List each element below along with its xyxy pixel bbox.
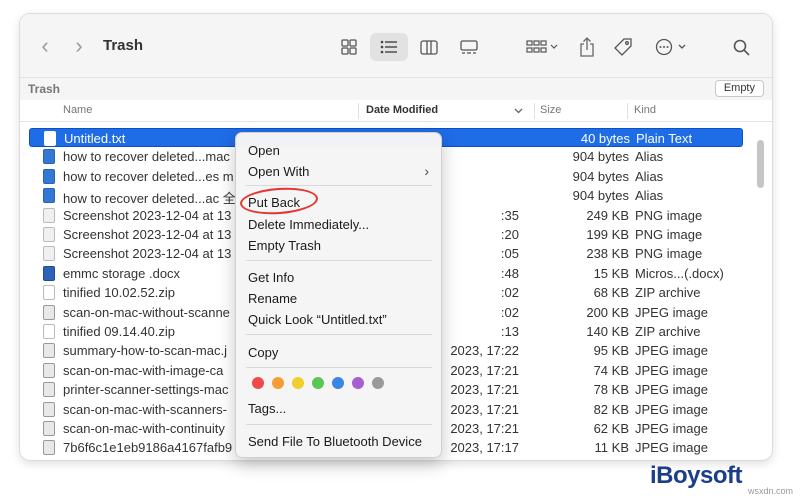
jpeg-icon (43, 440, 55, 456)
more-actions-button[interactable] (652, 35, 690, 59)
path-bar: Trash Empty (20, 78, 772, 100)
gallery-icon (460, 39, 478, 54)
jpeg-icon (43, 421, 55, 436)
back-button[interactable]: ‹ (34, 34, 56, 58)
share-button[interactable] (576, 35, 598, 59)
search-button[interactable] (730, 35, 752, 59)
column-divider (358, 103, 359, 119)
menu-item-copy[interactable]: Copy (248, 345, 278, 360)
menu-divider (246, 185, 432, 186)
chevron-right-icon: › (424, 163, 429, 179)
word-doc-icon (43, 265, 55, 281)
menu-item-send-bluetooth[interactable]: Send File To Bluetooth Device (248, 434, 422, 449)
share-icon (580, 37, 594, 57)
tag-gray-dot[interactable] (372, 377, 384, 389)
group-button[interactable] (522, 35, 562, 59)
jpeg-icon (43, 304, 55, 320)
menu-item-rename[interactable]: Rename (248, 291, 297, 306)
view-switcher (330, 33, 488, 61)
columns-icon (420, 39, 438, 55)
jpeg-icon (43, 362, 55, 378)
path-title: Trash (28, 82, 61, 96)
ellipsis-circle-icon (655, 38, 686, 56)
tag-icon (614, 38, 632, 56)
menu-item-empty-trash[interactable]: Empty Trash (248, 238, 321, 253)
tag-orange-dot[interactable] (272, 377, 284, 389)
column-divider (534, 103, 535, 119)
menu-item-get-info[interactable]: Get Info (248, 270, 294, 285)
text-file-icon (44, 131, 56, 146)
scrollbar-thumb[interactable] (757, 140, 764, 188)
empty-trash-button[interactable]: Empty (714, 80, 764, 97)
column-size[interactable]: Size (540, 104, 561, 116)
column-name[interactable]: Name (63, 104, 92, 116)
icon-view-button[interactable] (330, 33, 368, 61)
menu-divider (246, 424, 432, 425)
menu-divider (246, 260, 432, 261)
png-icon (43, 227, 55, 242)
menu-item-open[interactable]: Open (248, 143, 280, 158)
tag-yellow-dot[interactable] (292, 377, 304, 389)
zip-icon (43, 324, 55, 339)
list-icon (380, 40, 397, 54)
group-icon (526, 40, 558, 53)
menu-item-tags[interactable]: Tags... (248, 401, 286, 416)
context-menu: Open Open With › Put Back Delete Immedia… (235, 132, 442, 458)
column-kind[interactable]: Kind (634, 104, 656, 116)
tag-green-dot[interactable] (312, 377, 324, 389)
menu-item-delete-immediately[interactable]: Delete Immediately... (248, 217, 369, 232)
png-icon (43, 246, 55, 262)
site-watermark: wsxdn.com (748, 486, 794, 496)
list-view-button[interactable] (370, 33, 408, 61)
alias-icon (43, 168, 55, 184)
window-title: Trash (103, 37, 144, 54)
toolbar: ‹ › Trash (20, 14, 772, 78)
tag-red-dot[interactable] (252, 377, 264, 389)
forward-button[interactable]: › (68, 34, 90, 58)
brand-watermark: iBoysoft (650, 462, 743, 489)
column-header: Name Date Modified Size Kind (20, 100, 772, 122)
column-date-modified[interactable]: Date Modified (366, 104, 438, 116)
search-icon (733, 39, 750, 56)
sort-chevron-down-icon (514, 108, 523, 114)
grid-icon (341, 39, 357, 55)
menu-divider (246, 367, 432, 368)
menu-item-open-with[interactable]: Open With (248, 164, 309, 179)
tag-blue-dot[interactable] (332, 377, 344, 389)
alias-icon (43, 188, 55, 204)
jpeg-icon (43, 382, 55, 398)
column-view-button[interactable] (410, 33, 448, 61)
menu-item-quick-look[interactable]: Quick Look “Untitled.txt” (248, 312, 387, 327)
gallery-view-button[interactable] (450, 33, 488, 61)
png-icon (43, 207, 55, 223)
column-divider (627, 103, 628, 119)
tag-color-row (252, 377, 384, 389)
zip-icon (43, 285, 55, 301)
alias-icon (43, 149, 55, 165)
jpeg-icon (43, 401, 55, 417)
tag-button[interactable] (612, 35, 634, 59)
vertical-scrollbar[interactable] (757, 128, 765, 456)
tag-purple-dot[interactable] (352, 377, 364, 389)
menu-divider (246, 334, 432, 335)
jpeg-icon (43, 343, 55, 359)
